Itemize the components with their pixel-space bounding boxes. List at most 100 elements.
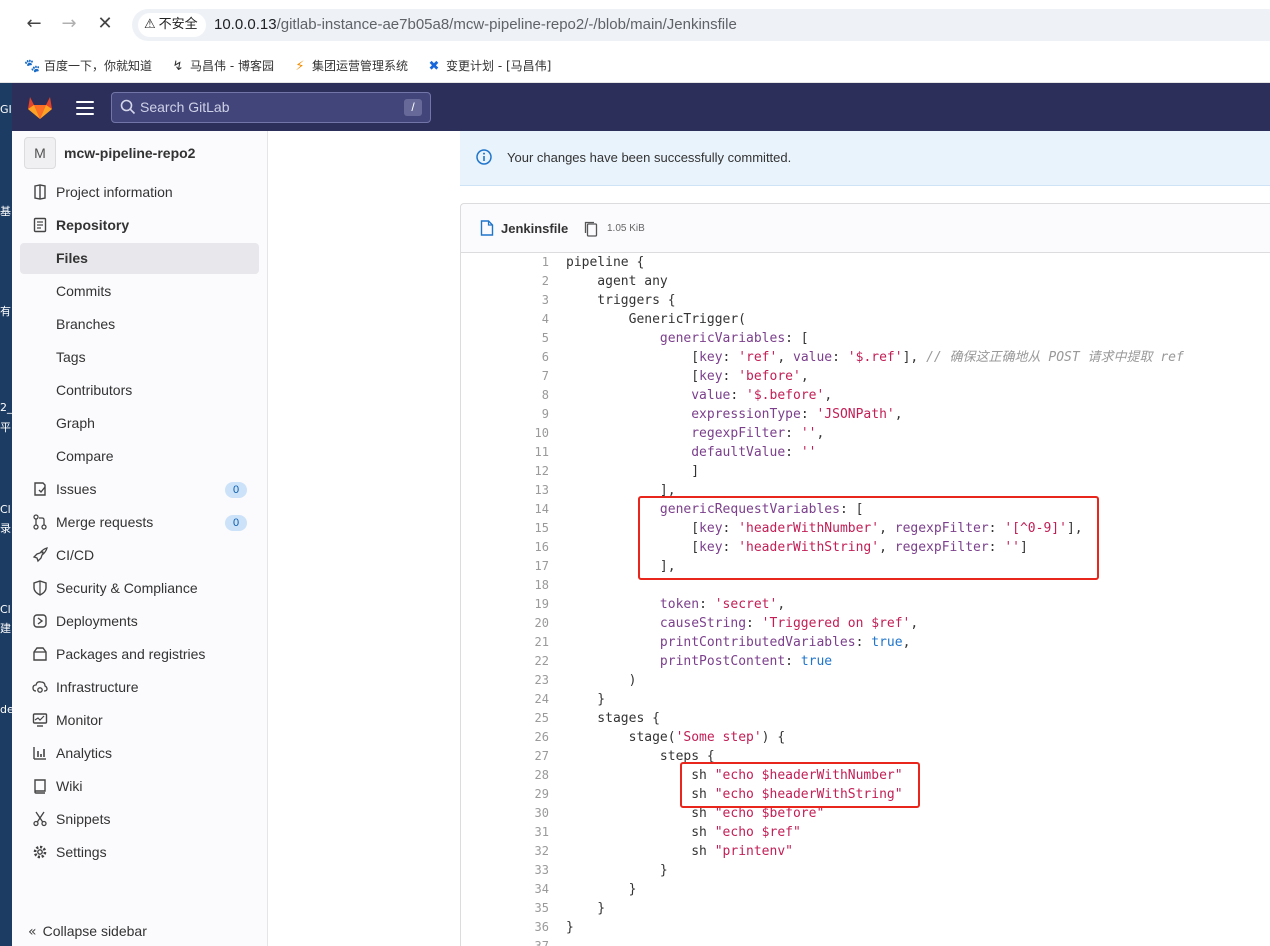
bookmark-baidu[interactable]: 🐾 百度一下，你就知道: [24, 50, 152, 83]
sidebar-item-analytics[interactable]: Analytics: [20, 738, 259, 769]
line-number[interactable]: 37: [461, 937, 549, 946]
code-line: stages {: [566, 709, 660, 728]
line-number[interactable]: 5: [461, 329, 549, 348]
bookmark-cnblogs[interactable]: ↯ 马昌伟 - 博客园: [170, 50, 274, 83]
sidebar-item-snippets[interactable]: Snippets: [20, 804, 259, 835]
sidebar-item-files[interactable]: Files: [20, 243, 259, 274]
sidebar-item-branches[interactable]: Branches: [20, 309, 259, 340]
line-number[interactable]: 34: [461, 880, 549, 899]
code-token: ,: [910, 616, 919, 631]
code-viewer: 1 pipeline {2 agent any 3 triggers {4 Gene…: [460, 253, 1270, 946]
line-number[interactable]: 26: [461, 728, 549, 747]
code-token: triggers {: [566, 293, 676, 308]
code-line: stage('Some step') {: [566, 728, 786, 747]
sidebar-item-packages-registries[interactable]: Packages and registries: [20, 639, 259, 670]
line-number[interactable]: 31: [461, 823, 549, 842]
line-number[interactable]: 12: [461, 462, 549, 481]
search-input[interactable]: Search GitLab /: [111, 92, 431, 123]
sidebar-item-label: Repository: [56, 217, 130, 233]
security-chip[interactable]: ⚠ 不安全: [138, 13, 206, 37]
line-number[interactable]: 2: [461, 272, 549, 291]
line-number[interactable]: 28: [461, 766, 549, 785]
sidebar-item-deployments[interactable]: Deployments: [20, 606, 259, 637]
line-number[interactable]: 23: [461, 671, 549, 690]
line-number[interactable]: 33: [461, 861, 549, 880]
sidebar-item-label: Security & Compliance: [56, 580, 198, 596]
line-number[interactable]: 32: [461, 842, 549, 861]
line-number[interactable]: 7: [461, 367, 549, 386]
sidebar-item-wiki[interactable]: Wiki: [20, 771, 259, 802]
line-number[interactable]: 19: [461, 595, 549, 614]
line-number[interactable]: 18: [461, 576, 549, 595]
line-number[interactable]: 20: [461, 614, 549, 633]
code-token: '$.ref': [847, 350, 903, 365]
line-number[interactable]: 30: [461, 804, 549, 823]
line-number[interactable]: 24: [461, 690, 549, 709]
gitlab-logo-icon[interactable]: [26, 94, 54, 120]
code-token: ,: [800, 369, 809, 384]
warning-icon: ⚠: [144, 17, 156, 32]
copy-file-path-icon[interactable]: [584, 221, 598, 237]
sidebar-item-label: Issues: [56, 481, 97, 497]
sidebar-item-settings[interactable]: Settings: [20, 837, 259, 868]
forward-button[interactable]: →: [56, 11, 82, 37]
line-number[interactable]: 8: [461, 386, 549, 405]
annotation-highlight-box: [638, 496, 1099, 580]
line-number[interactable]: 13: [461, 481, 549, 500]
code-line: GenericTrigger(: [566, 310, 746, 329]
code-token: :: [832, 350, 848, 365]
line-number[interactable]: 27: [461, 747, 549, 766]
line-number[interactable]: 15: [461, 519, 549, 538]
line-number[interactable]: 21: [461, 633, 549, 652]
code-token: ]: [566, 464, 700, 479]
menu-icon[interactable]: [76, 97, 94, 117]
sidebar-item-repository[interactable]: Repository: [20, 210, 259, 241]
line-number[interactable]: 3: [461, 291, 549, 310]
line-number[interactable]: 1: [461, 253, 549, 272]
bookmark-change-plan[interactable]: ✖ 变更计划 - [马昌伟]: [426, 50, 552, 83]
sidebar-item-security-compliance[interactable]: Security & Compliance: [20, 573, 259, 604]
line-number[interactable]: 9: [461, 405, 549, 424]
sidebar-item-tags[interactable]: Tags: [20, 342, 259, 373]
code-token: ,: [777, 350, 793, 365]
sidebar-item-compare[interactable]: Compare: [20, 441, 259, 472]
line-number[interactable]: 16: [461, 538, 549, 557]
code-token: sh: [566, 806, 715, 821]
sidebar-item-merge-requests[interactable]: Merge requests 0: [20, 507, 259, 538]
stop-loading-button[interactable]: ✕: [92, 11, 118, 37]
collapse-sidebar-button[interactable]: « Collapse sidebar: [28, 919, 147, 943]
line-number[interactable]: 10: [461, 424, 549, 443]
sidebar-item-label: Wiki: [56, 778, 83, 794]
code-line: [key: 'ref', value: '$.ref'], // 确保这正确地从…: [566, 348, 1184, 367]
line-number[interactable]: 6: [461, 348, 549, 367]
line-number[interactable]: 14: [461, 500, 549, 519]
line-number[interactable]: 35: [461, 899, 549, 918]
sidebar-item-commits[interactable]: Commits: [20, 276, 259, 307]
sidebar-item-ci-cd[interactable]: CI/CD: [20, 540, 259, 571]
line-number[interactable]: 11: [461, 443, 549, 462]
sidebar-item-infrastructure[interactable]: Infrastructure: [20, 672, 259, 703]
sidebar-item-monitor[interactable]: Monitor: [20, 705, 259, 736]
line-number[interactable]: 36: [461, 918, 549, 937]
url-text[interactable]: 10.0.0.13/gitlab-instance-ae7b05a8/mcw-p…: [214, 9, 737, 41]
line-number[interactable]: 22: [461, 652, 549, 671]
line-number[interactable]: 17: [461, 557, 549, 576]
line-number[interactable]: 29: [461, 785, 549, 804]
back-button[interactable]: ←: [21, 11, 47, 37]
code-token: }: [566, 692, 606, 707]
url-host: 10.0.0.13: [214, 16, 277, 33]
address-bar[interactable]: ⚠ 不安全 10.0.0.13/gitlab-instance-ae7b05a8/…: [132, 9, 1270, 41]
bookmark-ops-system[interactable]: ⚡ 集团运营管理系统: [292, 50, 408, 83]
sidebar-item-contributors[interactable]: Contributors: [20, 375, 259, 406]
sidebar-item-project-information[interactable]: Project information: [20, 177, 259, 208]
line-number[interactable]: 25: [461, 709, 549, 728]
sidebar-item-issues[interactable]: Issues 0: [20, 474, 259, 505]
line-number[interactable]: 4: [461, 310, 549, 329]
desktop-background-strip: GI 基 有 2_ 平 Cl 录 Cl 建 de: [0, 83, 12, 946]
sidebar-item-graph[interactable]: Graph: [20, 408, 259, 439]
